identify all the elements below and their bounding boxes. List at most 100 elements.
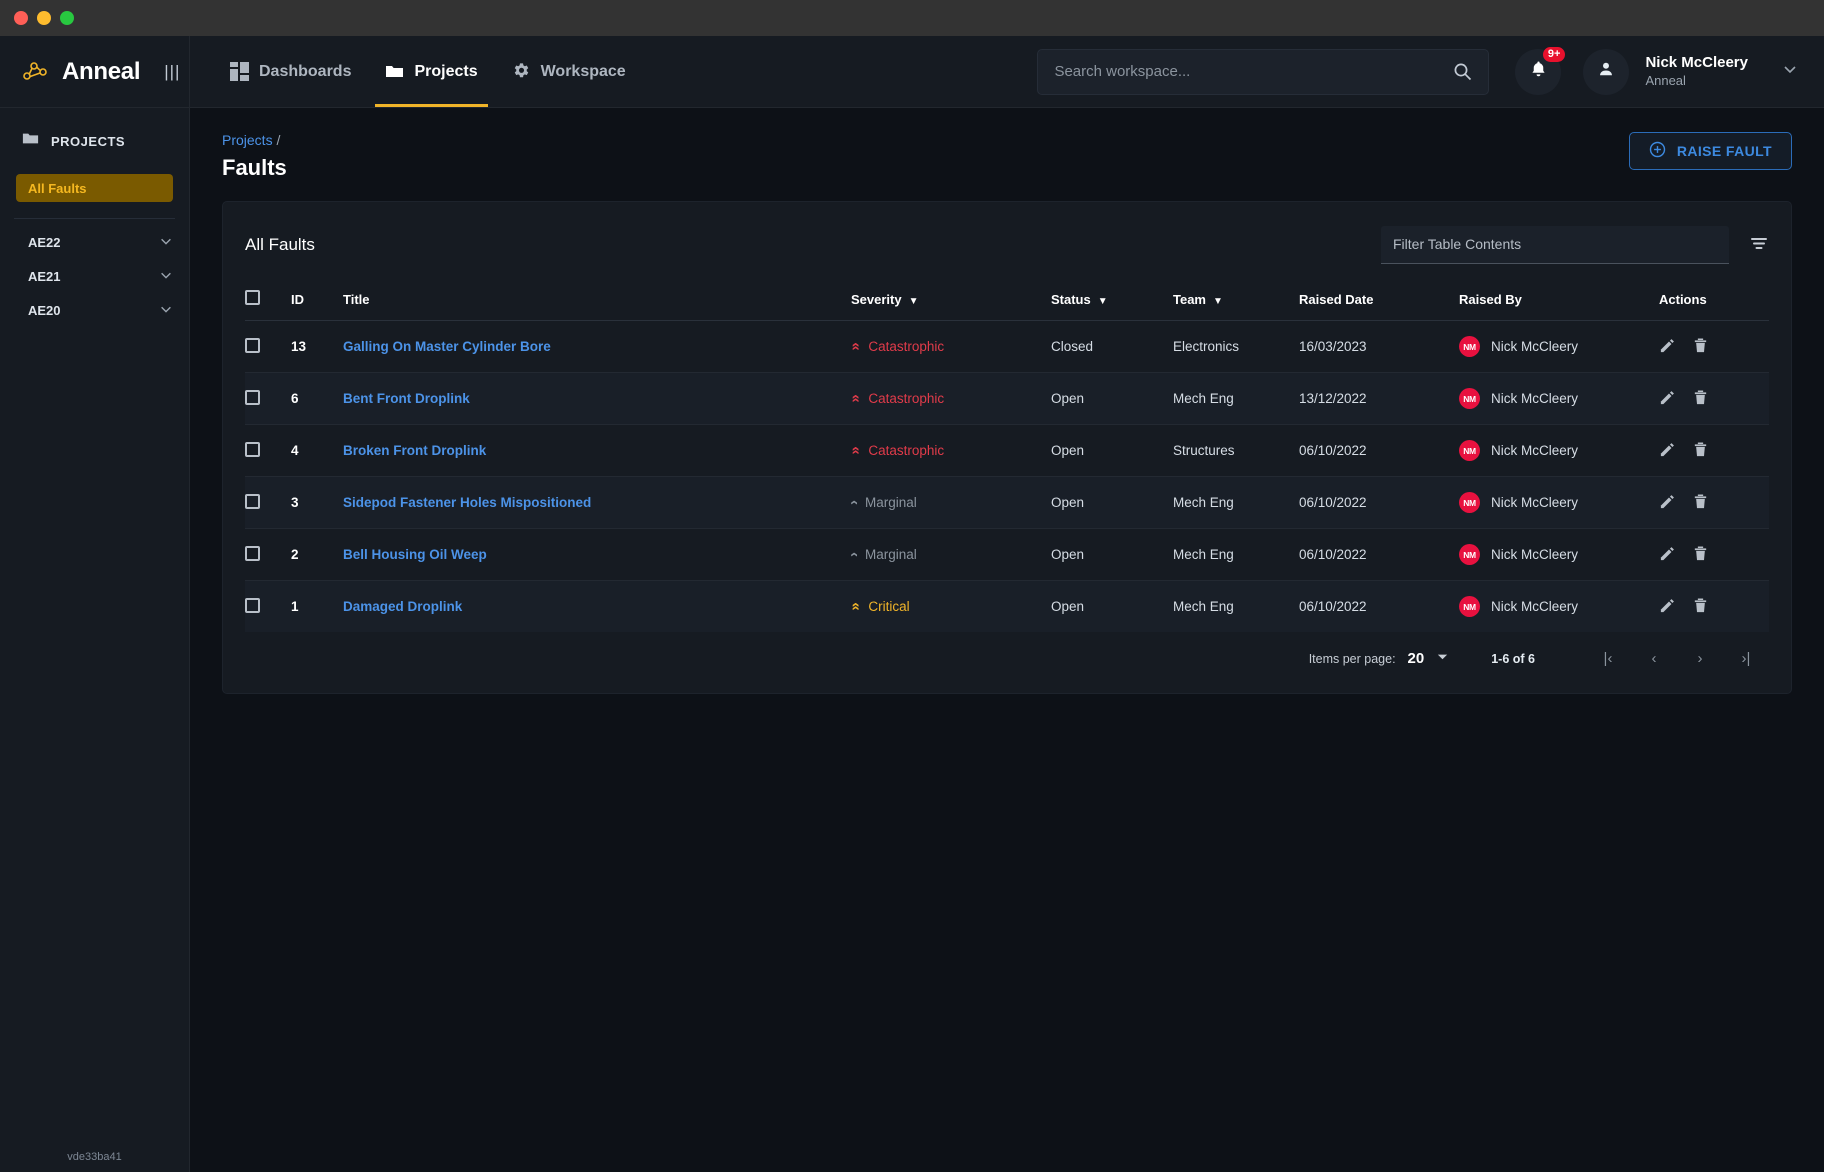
fault-title-link[interactable]: Broken Front Droplink [343,443,486,458]
header-severity[interactable]: Severity▼ [851,272,1051,321]
fault-title-link[interactable]: Bell Housing Oil Weep [343,547,487,562]
edit-row-button[interactable] [1659,597,1676,617]
notifications-button[interactable]: 9+ [1515,49,1561,95]
header-select-all[interactable] [245,272,291,321]
header-raised-by[interactable]: Raised By [1459,272,1659,321]
row-checkbox[interactable] [245,598,260,613]
row-checkbox[interactable] [245,546,260,561]
delete-row-button[interactable] [1692,441,1709,461]
row-select-cell[interactable] [245,373,291,425]
avatar: NM [1459,544,1480,565]
row-checkbox[interactable] [245,390,260,405]
filter-table-input[interactable] [1393,236,1717,252]
user-info[interactable]: Nick McCleery Anneal [1645,54,1748,89]
edit-row-button[interactable] [1659,545,1676,565]
table-header-row: ID Title Severity▼ Status▼ Team▼ R [245,272,1769,321]
chevron-down-icon[interactable] [159,268,173,285]
table-row[interactable]: 6Bent Front Droplink»CatastrophicOpenMec… [245,373,1769,425]
cell-team: Mech Eng [1173,581,1299,633]
edit-row-button[interactable] [1659,389,1676,409]
row-select-cell[interactable] [245,581,291,633]
cell-id: 4 [291,425,343,477]
row-checkbox[interactable] [245,442,260,457]
chevron-down-icon[interactable] [1782,61,1798,82]
severity-label: Marginal [865,495,917,510]
header-raised-date[interactable]: Raised Date [1299,272,1459,321]
page-header: Projects / Faults RAISE FAULT [222,108,1792,201]
window-maximize-button[interactable] [60,11,74,25]
cell-raised-date: 06/10/2022 [1299,529,1459,581]
filter-input-wrap[interactable] [1381,226,1729,264]
table-row[interactable]: 4Broken Front Droplink»CatastrophicOpenS… [245,425,1769,477]
fault-title-link[interactable]: Sidepod Fastener Holes Mispositioned [343,495,591,510]
severity-arrow-icon: » [848,446,863,454]
breadcrumb-link-projects[interactable]: Projects [222,132,273,148]
cell-raised-date: 06/10/2022 [1299,581,1459,633]
items-per-page-value: 20 [1408,650,1425,667]
chevron-down-icon[interactable] [159,234,173,251]
header-id[interactable]: ID [291,272,343,321]
row-select-cell[interactable] [245,425,291,477]
cell-id: 6 [291,373,343,425]
delete-row-button[interactable] [1692,493,1709,513]
edit-row-button[interactable] [1659,337,1676,357]
raise-fault-label: RAISE FAULT [1677,143,1772,159]
cell-status: Open [1051,529,1173,581]
row-select-cell[interactable] [245,477,291,529]
table-row[interactable]: 2Bell Housing Oil Weep›MarginalOpenMech … [245,529,1769,581]
sort-descending-icon[interactable]: ▼ [1098,296,1108,307]
delete-row-button[interactable] [1692,389,1709,409]
window-close-button[interactable] [14,11,28,25]
row-checkbox[interactable] [245,494,260,509]
sidebar-item-ae21[interactable]: AE21 [0,259,189,293]
row-select-cell[interactable] [245,321,291,373]
nav-item-dashboards[interactable]: Dashboards [216,36,365,107]
raise-fault-button[interactable]: RAISE FAULT [1629,132,1792,170]
edit-row-button[interactable] [1659,441,1676,461]
header-title[interactable]: Title [343,272,851,321]
delete-row-button[interactable] [1692,545,1709,565]
sidebar-item-all-faults[interactable]: All Faults [16,174,173,202]
sidebar-item-ae20[interactable]: AE20 [0,293,189,327]
previous-page-button[interactable]: ‹ [1631,650,1677,667]
row-checkbox[interactable] [245,338,260,353]
search-input-wrap[interactable] [1037,49,1489,95]
nav-item-projects[interactable]: Projects [371,36,491,107]
cell-severity: »Catastrophic [851,425,1051,477]
edit-row-button[interactable] [1659,493,1676,513]
table-row[interactable]: 1Damaged Droplink»CriticalOpenMech Eng06… [245,581,1769,633]
fault-title-link[interactable]: Bent Front Droplink [343,391,470,406]
table-row[interactable]: 3Sidepod Fastener Holes Mispositioned›Ma… [245,477,1769,529]
nav-spacer [640,36,1038,107]
avatar[interactable] [1583,49,1629,95]
search-icon[interactable] [1453,62,1472,81]
cell-severity: »Catastrophic [851,373,1051,425]
first-page-button[interactable]: |‹ [1585,650,1631,667]
fault-title-link[interactable]: Galling On Master Cylinder Bore [343,339,551,354]
select-all-checkbox[interactable] [245,290,260,305]
sidebar-item-ae21-label: AE21 [28,269,61,284]
sort-descending-icon[interactable]: ▼ [1213,296,1223,307]
nav-item-workspace[interactable]: Workspace [498,36,640,107]
row-select-cell[interactable] [245,529,291,581]
filter-lines-icon[interactable] [1749,233,1769,264]
next-page-button[interactable]: › [1677,650,1723,667]
fault-title-link[interactable]: Damaged Droplink [343,599,462,614]
panel-columns-icon[interactable]: ||| [164,63,180,80]
delete-row-button[interactable] [1692,597,1709,617]
header-status[interactable]: Status▼ [1051,272,1173,321]
raised-by-name: Nick McCleery [1491,443,1578,458]
chevron-down-icon[interactable] [159,302,173,319]
cell-id: 1 [291,581,343,633]
last-page-button[interactable]: ›| [1723,650,1769,667]
window-minimize-button[interactable] [37,11,51,25]
severity-arrow-icon: » [848,602,863,610]
table-row[interactable]: 13Galling On Master Cylinder Bore»Catast… [245,321,1769,373]
items-per-page-select[interactable]: 20 [1408,650,1450,667]
sort-descending-icon[interactable]: ▼ [909,296,919,307]
header-team[interactable]: Team▼ [1173,272,1299,321]
delete-row-button[interactable] [1692,337,1709,357]
sidebar-item-ae20-label: AE20 [28,303,61,318]
search-input[interactable] [1054,63,1453,80]
sidebar-item-ae22[interactable]: AE22 [0,225,189,259]
